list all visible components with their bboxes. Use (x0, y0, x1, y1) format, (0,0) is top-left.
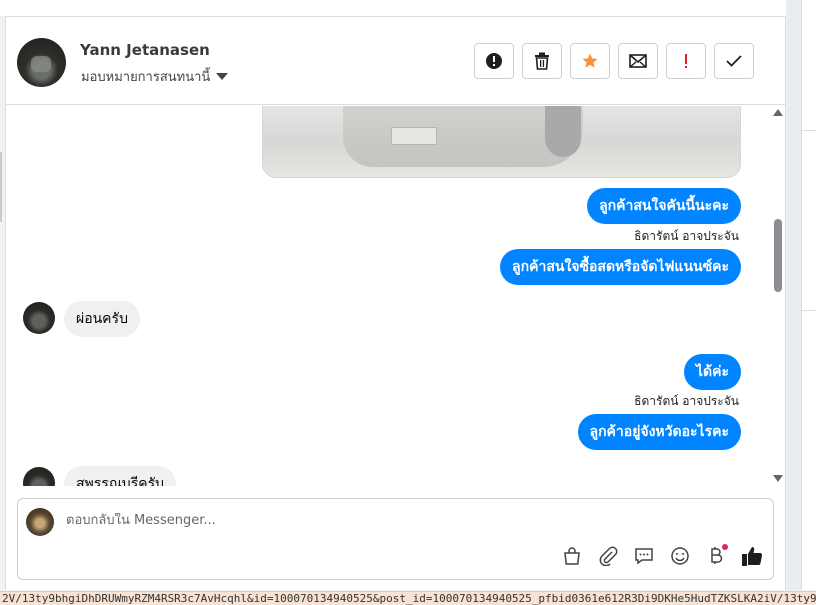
check-icon (726, 55, 742, 67)
wheel-shape (545, 106, 581, 157)
conversation-panel: Yann Jetanasen มอบหมายการสนทนานี้ ลูกค้า… (5, 16, 786, 590)
scroll-down-arrow-icon[interactable] (773, 475, 783, 482)
contact-avatar-small (23, 467, 55, 486)
emoji-button[interactable] (668, 544, 692, 568)
star-button[interactable] (570, 43, 610, 79)
composer-actions (560, 544, 764, 568)
chat-bubble-icon (635, 548, 653, 565)
assign-label: มอบหมายการสนทนานี้ (81, 70, 211, 85)
message-list[interactable]: ลูกค้าสนใจคันนี้นะคะ ธิดารัตน์ อาจประจัน… (6, 106, 785, 486)
conversation-header: Yann Jetanasen มอบหมายการสนทนานี้ (6, 17, 785, 105)
license-plate-shape (391, 127, 437, 145)
paperclip-icon (599, 546, 618, 566)
contact-avatar-small (23, 302, 55, 334)
envelope-icon (629, 54, 647, 68)
follow-up-button[interactable] (666, 43, 706, 79)
payment-button[interactable] (704, 544, 728, 568)
contact-name[interactable]: Yann Jetanasen (80, 41, 210, 59)
reply-composer (17, 498, 774, 580)
reply-input[interactable] (66, 513, 666, 528)
left-scroll-indicator (0, 152, 2, 222)
assign-conversation-dropdown[interactable]: มอบหมายการสนทนานี้ (81, 66, 229, 87)
contact-avatar[interactable] (17, 38, 66, 87)
trash-icon (535, 52, 549, 70)
divider (802, 130, 816, 131)
message-bubble-incoming[interactable]: ผ่อนครับ (64, 301, 140, 337)
scroll-up-arrow-icon[interactable] (773, 109, 783, 116)
message-bubble-outgoing[interactable]: ได้ค่ะ (683, 354, 741, 390)
shared-car-photo[interactable] (262, 106, 741, 178)
baht-icon (711, 547, 723, 564)
saved-replies-button[interactable] (632, 544, 656, 568)
shopping-bag-icon (564, 547, 580, 565)
mark-done-button[interactable] (714, 43, 754, 79)
report-spam-button[interactable] (474, 43, 514, 79)
message-bubble-outgoing[interactable]: ลูกค้าสนใจคันนี้นะคะ (587, 188, 741, 224)
thumbs-up-icon (742, 547, 763, 566)
status-url-bar: 2V/13ty9bhgiDhDRUWmyRZM4RSR3c7AvHcqhl&id… (0, 591, 816, 605)
caret-down-icon (216, 73, 229, 80)
page-avatar (26, 508, 54, 536)
app-frame: Yann Jetanasen มอบหมายการสนทนานี้ ลูกค้า… (0, 0, 816, 605)
message-sender-label: ธิดารัตน์ อาจประจัน (634, 394, 739, 408)
star-icon (582, 53, 598, 68)
divider (802, 310, 816, 311)
message-scrollbar-thumb[interactable] (774, 219, 782, 292)
top-strip (0, 0, 786, 16)
report-icon (486, 53, 502, 69)
right-side-panel (801, 0, 816, 590)
attach-button[interactable] (596, 544, 620, 568)
message-bubble-outgoing[interactable]: ลูกค้าสนใจซื้อสดหรือจัดไฟแนนซ์คะ (500, 249, 741, 285)
exclamation-icon (685, 54, 687, 68)
like-button[interactable] (740, 544, 764, 568)
notification-dot (722, 544, 728, 550)
conversation-toolbar (474, 43, 754, 79)
shop-button[interactable] (560, 544, 584, 568)
message-bubble-outgoing[interactable]: ลูกค้าอยู่จังหวัดอะไรคะ (577, 414, 741, 450)
mark-unread-button[interactable] (618, 43, 658, 79)
message-sender-label: ธิดารัตน์ อาจประจัน (634, 229, 739, 243)
smiley-icon (671, 547, 689, 565)
delete-button[interactable] (522, 43, 562, 79)
message-bubble-incoming[interactable]: สุพรรณบุรีครับ (64, 466, 176, 486)
